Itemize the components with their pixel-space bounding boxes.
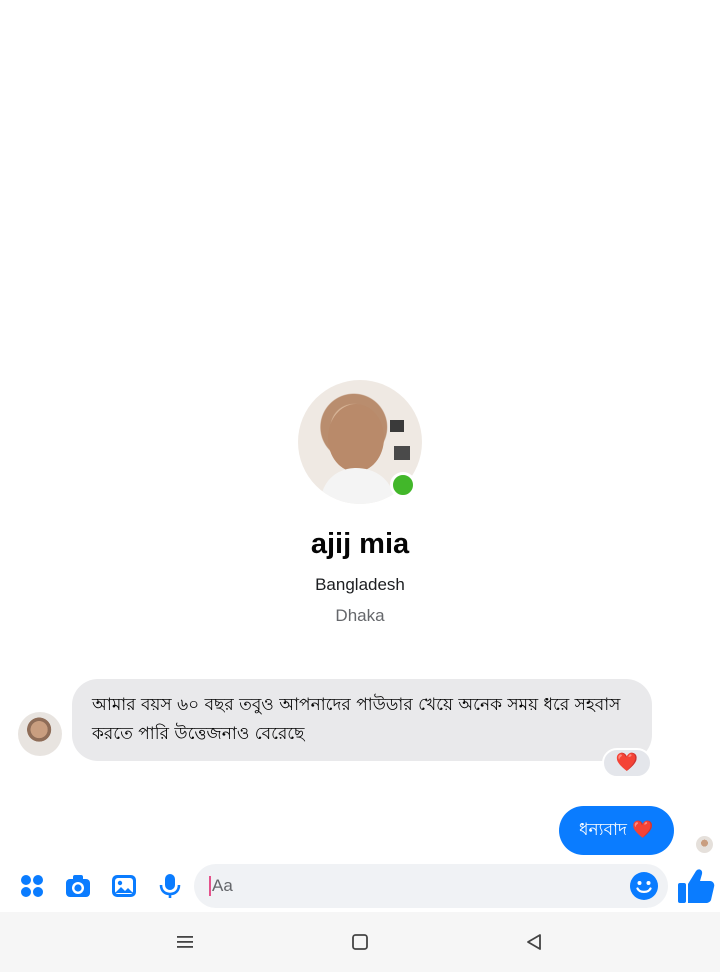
profile-avatar-wrap[interactable]: [298, 380, 422, 504]
home-icon[interactable]: [350, 932, 370, 952]
online-status-dot: [390, 472, 416, 498]
menu-icon[interactable]: [175, 932, 195, 952]
gallery-icon[interactable]: [110, 872, 138, 900]
outgoing-message[interactable]: ধন্যবাদ ❤️: [559, 806, 674, 855]
text-cursor: [209, 876, 211, 896]
message-reaction-heart[interactable]: ❤️: [602, 748, 652, 778]
message-input[interactable]: Aa: [194, 864, 668, 908]
profile-country: Bangladesh: [315, 575, 405, 594]
profile-header: ajij mia Bangladesh Dhaka: [0, 380, 720, 626]
sender-avatar[interactable]: [18, 712, 62, 756]
emoji-icon[interactable]: [629, 871, 659, 901]
apps-icon[interactable]: [18, 872, 46, 900]
message-input-placeholder: Aa: [212, 876, 233, 895]
incoming-message[interactable]: আমার বয়স ৬০ বছর তবুও আপনাদের পাউডার খেয…: [72, 679, 652, 761]
system-navigation-bar: [0, 912, 720, 972]
message-composer: Aa: [0, 862, 720, 912]
microphone-icon[interactable]: [156, 872, 184, 900]
profile-city: Dhaka: [335, 606, 385, 625]
back-icon[interactable]: [524, 932, 544, 952]
outgoing-message-emoji: ❤️: [632, 820, 654, 840]
camera-icon[interactable]: [64, 872, 92, 900]
profile-name[interactable]: ajij mia: [0, 528, 720, 561]
outgoing-message-text: ধন্যবাদ: [579, 820, 627, 840]
seen-receipt-avatar: [696, 836, 713, 853]
thumbs-up-icon[interactable]: [676, 866, 716, 906]
